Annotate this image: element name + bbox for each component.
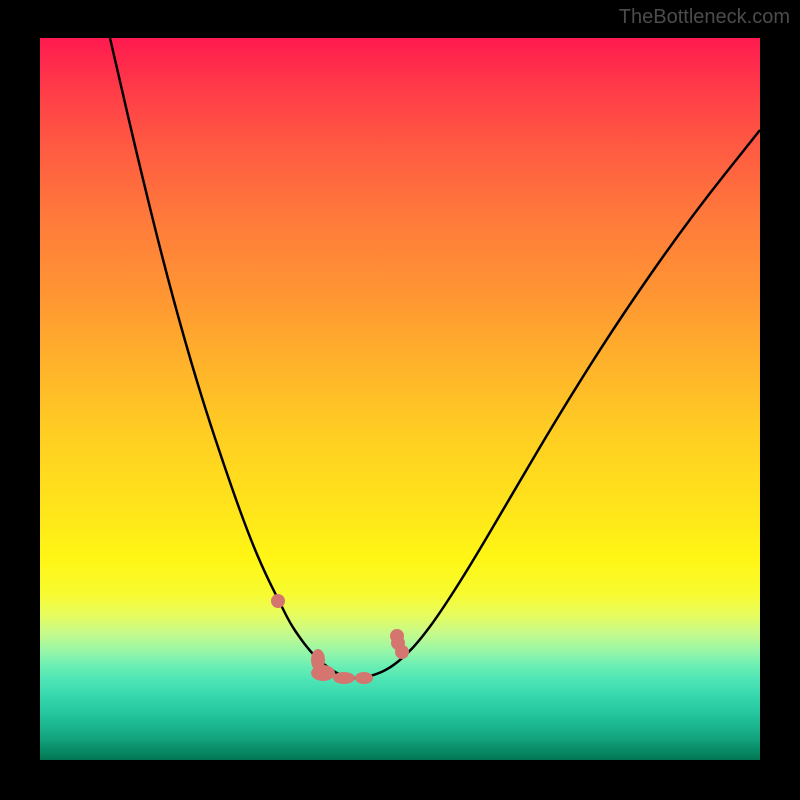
marker-dot: [395, 645, 409, 659]
chart-plot-area: [40, 38, 760, 760]
marker-dot: [271, 594, 285, 608]
watermark-text: TheBottleneck.com: [619, 6, 790, 29]
marker-blob: [311, 665, 335, 681]
marker-blob: [355, 672, 373, 684]
highlight-markers: [271, 594, 409, 684]
chart-svg: [40, 38, 760, 760]
marker-blob: [333, 672, 355, 684]
bottleneck-curve: [110, 38, 760, 678]
